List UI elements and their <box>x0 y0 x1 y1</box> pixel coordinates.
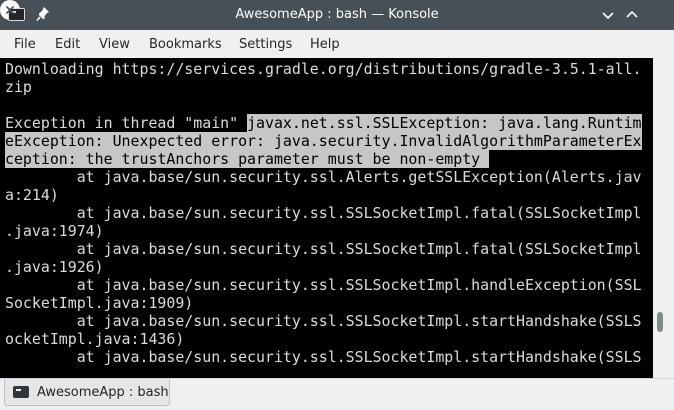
terminal-line: at java.base/sun.security.ssl.SSLSocketI… <box>5 240 642 258</box>
title-bar[interactable]: AwesomeApp : bash — Konsole <box>0 0 674 30</box>
terminal-text: at java.base/sun.security.ssl.SSLSocketI… <box>5 204 642 222</box>
chevron-down-icon[interactable] <box>598 5 618 25</box>
selected-text: javax.net.ssl.SSLException: java.lang.Ru… <box>247 114 642 132</box>
terminal-text: at java.base/sun.security.ssl.SSLSocketI… <box>5 240 642 258</box>
menu-settings[interactable]: Settings <box>239 30 292 58</box>
terminal-text: at java.base/sun.security.ssl.SSLSocketI… <box>5 312 642 330</box>
tab-bar: AwesomeApp : bash <box>0 378 674 410</box>
terminal-line: at java.base/sun.security.ssl.SSLSocketI… <box>5 312 642 330</box>
terminal-line: a:214) <box>5 186 59 204</box>
terminal-line: eException: Unexpected error: java.secur… <box>5 132 642 150</box>
terminal-line: .java:1926) <box>5 258 104 276</box>
chevron-up-icon[interactable] <box>622 5 642 25</box>
terminal-line: ception: the trustAnchors parameter must… <box>5 150 490 168</box>
terminal-icon <box>13 386 29 398</box>
close-button[interactable] <box>0 0 20 20</box>
terminal-text: Exception in thread "main" <box>5 114 248 132</box>
terminal-line: .java:1974) <box>5 222 104 240</box>
terminal-line: at java.base/sun.security.ssl.SSLSocketI… <box>5 204 642 222</box>
window-title: AwesomeApp : bash — Konsole <box>235 7 439 22</box>
terminal-line: zip <box>5 78 32 96</box>
terminal-text: ocketImpl.java:1436) <box>5 330 185 348</box>
menu-view[interactable]: View <box>99 30 130 58</box>
terminal-text: zip <box>5 78 32 96</box>
selected-text: eException: Unexpected error: java.secur… <box>5 132 642 150</box>
menu-bookmarks[interactable]: Bookmarks <box>149 30 222 58</box>
terminal-line: at java.base/sun.security.ssl.SSLSocketI… <box>5 348 642 366</box>
terminal-text: SocketImpl.java:1909) <box>5 294 194 312</box>
terminal-line: SocketImpl.java:1909) <box>5 294 193 312</box>
menu-bar: File Edit View Bookmarks Settings Help <box>0 30 674 58</box>
selected-text: ception: the trustAnchors parameter must… <box>5 150 490 168</box>
terminal-output[interactable]: Downloading https://services.gradle.org/… <box>0 58 653 378</box>
terminal-text: .java:1974) <box>5 222 104 240</box>
terminal-text: at java.base/sun.security.ssl.Alerts.get… <box>5 168 642 186</box>
terminal-line: ocketImpl.java:1436) <box>5 330 184 348</box>
menu-file[interactable]: File <box>14 30 36 58</box>
tab-label: AwesomeApp : bash <box>37 385 169 400</box>
terminal-text: .java:1926) <box>5 258 104 276</box>
close-icon <box>5 5 15 15</box>
tab-awesomeapp-bash[interactable]: AwesomeApp : bash <box>4 379 170 406</box>
terminal-line: at java.base/sun.security.ssl.SSLSocketI… <box>5 276 642 294</box>
terminal-text: a:214) <box>5 186 59 204</box>
scrollbar-thumb[interactable] <box>657 312 663 332</box>
terminal-line: Exception in thread "main" javax.net.ssl… <box>5 114 642 132</box>
terminal-text: at java.base/sun.security.ssl.SSLSocketI… <box>5 276 642 294</box>
menu-edit[interactable]: Edit <box>55 30 80 58</box>
menu-help[interactable]: Help <box>310 30 340 58</box>
terminal-line: at java.base/sun.security.ssl.Alerts.get… <box>5 168 642 186</box>
terminal-text: at java.base/sun.security.ssl.SSLSocketI… <box>5 348 642 366</box>
terminal-text: Downloading https://services.gradle.org/… <box>5 60 642 78</box>
terminal-line: Downloading https://services.gradle.org/… <box>5 60 642 78</box>
scrollbar-track[interactable] <box>653 58 674 378</box>
